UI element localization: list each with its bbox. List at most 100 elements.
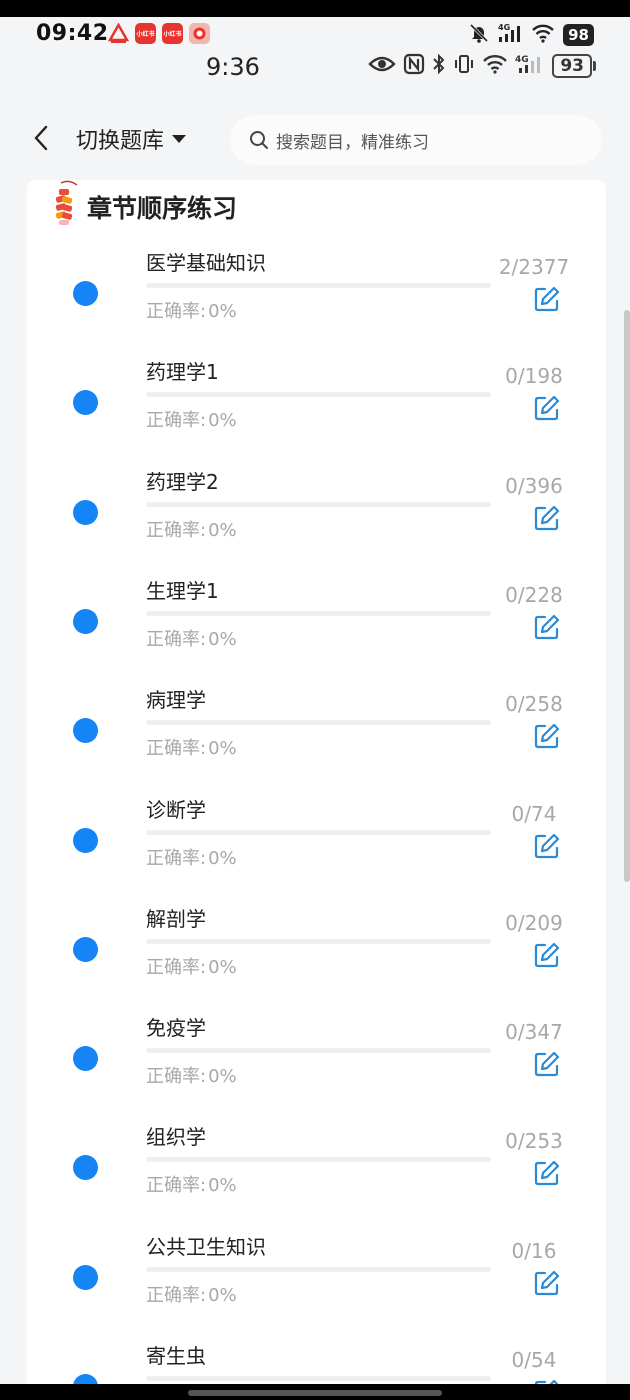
chapter-item[interactable]: 医学基础知识 正确率: 0% 2/2377 [27, 235, 606, 344]
chevron-left-icon [34, 125, 48, 151]
svg-text:4G: 4G [515, 55, 529, 65]
app-icon-red-triangle [108, 23, 129, 44]
accuracy-value: 0% [208, 519, 237, 541]
inner-status-time: 9:36 [206, 53, 260, 81]
accuracy-value: 0% [208, 410, 237, 432]
accuracy-text: 正确率:0% [146, 1062, 237, 1088]
chapter-item[interactable]: 组织学 正确率: 0% 0/253 [27, 1109, 606, 1218]
outer-status-time: 09:42 [36, 21, 109, 46]
search-placeholder: 搜索题目，精准练习 [276, 132, 429, 153]
edit-icon[interactable] [533, 1159, 561, 1187]
chapter-name: 病理学 [146, 688, 206, 713]
outer-battery-level: 98 [563, 24, 594, 46]
chapter-status-dot [73, 827, 98, 853]
mute-bell-icon [469, 23, 489, 47]
chapter-name: 药理学1 [146, 360, 219, 385]
top-black-strip [0, 0, 630, 17]
chapter-item[interactable]: 药理学1 正确率: 0% 0/198 [27, 344, 606, 453]
accuracy-text: 正确率:0% [146, 844, 237, 870]
section-header: 章节顺序练习 [53, 180, 237, 230]
chapter-status-dot [73, 390, 98, 416]
accuracy-label: 正确率: [146, 410, 207, 432]
progress-bar [146, 829, 491, 835]
accuracy-label: 正确率: [146, 628, 207, 650]
accuracy-text: 正确率:0% [146, 953, 237, 979]
firecracker-icon [53, 180, 81, 231]
wifi-icon [482, 54, 508, 78]
chapter-item[interactable]: 免疫学 正确率: 0% 0/347 [27, 1000, 606, 1109]
chapter-item[interactable]: 公共卫生知识 正确率: 0% 0/16 [27, 1219, 606, 1328]
chapter-practice-card: 章节顺序练习 医学基础知识 正确率: 0% 2/2377 药理学1 正确率: 0% 0/198… [27, 180, 606, 1400]
chapter-item[interactable]: 生理学1 正确率: 0% 0/228 [27, 563, 606, 672]
chapter-item[interactable]: 药理学2 正确率: 0% 0/396 [27, 454, 606, 563]
outer-status-bar: 09:42 小红书 小红书 4G 98 [0, 17, 630, 51]
edit-icon[interactable] [533, 1269, 561, 1297]
progress-bar [146, 1376, 491, 1381]
switch-question-bank-button[interactable]: 切换题库 [76, 121, 187, 157]
progress-count: 2/2377 [498, 255, 570, 279]
accuracy-value: 0% [208, 1175, 237, 1197]
chapter-name: 医学基础知识 [146, 251, 266, 275]
inner-status-right: 4G 93 [368, 53, 596, 79]
accuracy-value: 0% [208, 301, 237, 322]
chapter-name: 生理学1 [146, 578, 219, 603]
progress-bar [146, 1266, 491, 1272]
inner-status-bar: 9:36 4G 93 [0, 51, 630, 91]
chapter-name: 解剖学 [146, 906, 206, 931]
edit-icon[interactable] [533, 613, 561, 641]
accuracy-text: 正确率:0% [146, 734, 237, 760]
chapter-name: 药理学2 [146, 469, 219, 494]
chapter-name: 公共卫生知识 [146, 1234, 266, 1259]
chapter-status-dot [73, 1046, 98, 1072]
chapter-status-dot [73, 608, 98, 634]
chapter-status-dot [73, 499, 98, 525]
chapter-name: 组织学 [146, 1125, 206, 1150]
accuracy-label: 正确率: [146, 301, 207, 322]
chapter-item[interactable]: 诊断学 正确率: 0% 0/74 [27, 782, 606, 891]
accuracy-label: 正确率: [146, 956, 207, 978]
edit-icon[interactable] [533, 504, 561, 532]
accuracy-text: 正确率:0% [146, 1281, 237, 1307]
accuracy-text: 正确率:0% [146, 625, 237, 651]
bluetooth-icon [432, 53, 446, 79]
vibrate-icon [453, 53, 475, 79]
chapter-item[interactable]: 病理学正确率: 0% 0/258 [27, 672, 606, 781]
accuracy-label: 正确率: [146, 1175, 207, 1197]
progress-bar [146, 610, 491, 616]
chapter-status-dot [73, 1264, 98, 1290]
accuracy-value: 0% [208, 956, 237, 978]
progress-count: 0/74 [511, 801, 557, 826]
home-indicator[interactable] [188, 1390, 442, 1396]
accuracy-text: 正确率:0% [146, 1171, 237, 1197]
notification-icons: 小红书 小红书 [108, 23, 210, 44]
accuracy-value: 0% [208, 738, 237, 760]
progress-bar [146, 1048, 491, 1054]
app-screen: 09:42 小红书 小红书 4G 98 9:36 4G 93 切换题库 搜索题目… [0, 0, 630, 1400]
edit-icon[interactable] [533, 1050, 561, 1078]
progress-bar [146, 720, 491, 726]
search-input[interactable]: 搜索题目，精准练习 [230, 115, 602, 165]
scrollbar[interactable] [624, 310, 630, 882]
back-button[interactable] [26, 121, 56, 155]
accuracy-value: 0% [208, 1284, 237, 1306]
accuracy-label: 正确率: [146, 1284, 207, 1306]
progress-count: 0/54 [511, 1348, 557, 1372]
chapter-status-dot [73, 281, 98, 306]
edit-icon[interactable] [533, 285, 561, 313]
edit-icon[interactable] [533, 394, 561, 422]
progress-count: 0/258 [505, 692, 563, 717]
switch-bank-label: 切换题库 [76, 129, 165, 154]
accuracy-value: 0% [208, 847, 237, 869]
progress-bar [146, 392, 491, 398]
accuracy-text: 正确率:0% [146, 406, 237, 432]
accuracy-value: 0% [208, 628, 237, 650]
progress-count: 0/16 [511, 1238, 557, 1263]
edit-icon[interactable] [533, 941, 561, 969]
edit-icon[interactable] [533, 832, 561, 860]
progress-bar [146, 1157, 491, 1163]
chapter-item[interactable]: 解剖学 正确率: 0% 0/209 [27, 891, 606, 1000]
wifi-icon [531, 23, 555, 47]
edit-icon[interactable] [533, 722, 561, 750]
inner-battery-level: 93 [552, 54, 592, 78]
chapter-status-dot [73, 718, 98, 744]
